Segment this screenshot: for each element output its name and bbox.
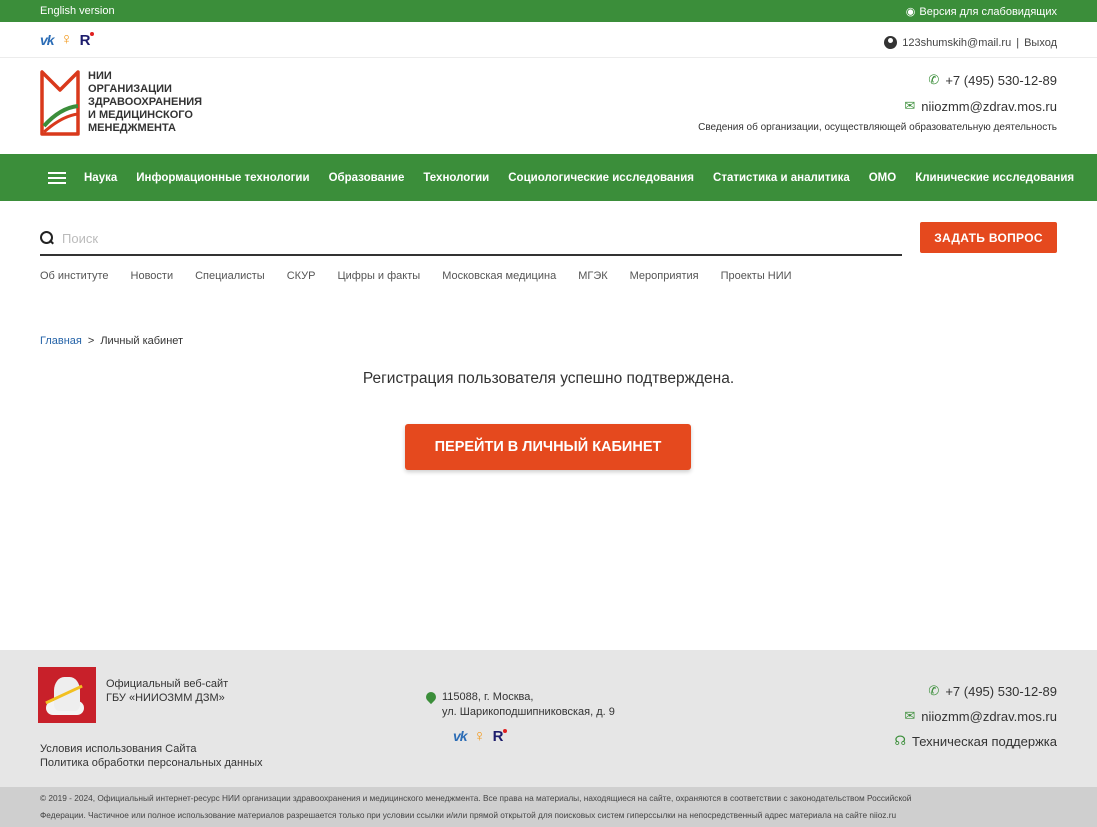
logo-line: ЗДРАВООХРАНЕНИЯ [88,96,203,108]
search-icon[interactable] [40,231,54,245]
subnav-events[interactable]: Мероприятия [630,270,699,282]
vk-icon[interactable]: vk [40,32,55,48]
logout-link[interactable]: Выход [1024,37,1057,49]
logo-line: МЕНЕДЖМЕНТА [88,122,176,134]
breadcrumb: Главная > Личный кабинет [40,335,183,347]
phone-icon: ✆ [928,683,940,698]
odnoklassniki-icon[interactable]: ♀ [61,31,73,49]
nav-item-omo[interactable]: ОМО [869,172,896,184]
footer-legal-links: Условия использования Сайта Политика обр… [40,742,263,770]
copyright: © 2019 - 2024, Официальный интернет-ресу… [0,787,1097,827]
search-input[interactable] [62,230,862,246]
subnav-skur[interactable]: СКУР [287,270,316,282]
map-pin-icon [423,689,439,705]
envelope-icon: ✉ [904,708,916,723]
nav-item-clinical[interactable]: Клинические исследования [915,172,1074,184]
low-vision-version-link[interactable]: ◉ Версия для слабовидящих [905,5,1057,19]
org-info-link[interactable]: Сведения об организации, осуществляющей … [698,122,1057,133]
footer-phone[interactable]: +7 (495) 530-12-89 [945,684,1057,699]
ask-question-button[interactable]: ЗАДАТЬ ВОПРОС [920,222,1057,253]
address-line: 115088, г. Москва, [442,691,534,703]
footer-site-line: ГБУ «НИИОЗММ ДЗМ» [106,692,225,704]
user-icon [884,36,898,49]
low-vision-label: Версия для слабовидящих [919,5,1057,18]
envelope-icon: ✉ [904,98,916,113]
breadcrumb-current: Личный кабинет [100,335,184,347]
logo-line: НИИ [88,70,112,82]
nav-item-it[interactable]: Информационные технологии [136,172,309,184]
subnav-moscow-medicine[interactable]: Московская медицина [442,270,556,282]
subnav-news[interactable]: Новости [131,270,174,282]
rutube-icon[interactable]: R [493,729,508,744]
subnav-facts[interactable]: Цифры и факты [338,270,421,282]
vk-icon[interactable]: vk [453,729,468,744]
english-version-link[interactable]: English version [40,5,115,17]
user-email[interactable]: 123shumskih@mail.ru [902,37,1011,49]
footer-site-name: Официальный веб-сайт ГБУ «НИИОЗММ ДЗМ» [106,677,228,705]
copyright-line: Федерации. Частичное или полное использо… [40,810,897,820]
top-bar: English version ◉ Версия для слабовидящи… [0,0,1097,22]
subnav-mgek[interactable]: МГЭК [578,270,607,282]
secondary-navigation: Об институте Новости Специалисты СКУР Ци… [40,270,814,282]
user-separator: | [1016,36,1020,49]
headset-icon: ☊ [894,733,907,748]
site-logo[interactable]: НИИ ОРГАНИЗАЦИИ ЗДРАВООХРАНЕНИЯ И МЕДИЦИ… [38,68,202,138]
logo-line: И МЕДИЦИНСКОГО [88,109,193,121]
confirmation-message: Регистрация пользователя успешно подтвер… [362,370,735,387]
header-phone[interactable]: +7 (495) 530-12-89 [945,73,1057,88]
phone-icon: ✆ [928,72,940,87]
odnoklassniki-icon[interactable]: ♀ [474,729,486,745]
header-contacts: ✆ +7 (495) 530-12-89 ✉ niiozmm@zdrav.mos… [698,72,1057,133]
eye-icon: ◉ [905,6,916,18]
logo-text: НИИ ОРГАНИЗАЦИИ ЗДРАВООХРАНЕНИЯ И МЕДИЦИ… [88,70,202,138]
main-navigation: Наука Информационные технологии Образова… [0,154,1097,201]
social-links: vk ♀ R [40,31,95,49]
go-to-cabinet-button[interactable]: ПЕРЕЙТИ В ЛИЧНЫЙ КАБИНЕТ [405,424,691,470]
header-email[interactable]: niiozmm@zdrav.mos.ru [921,99,1057,114]
hamburger-menu-icon[interactable] [48,171,66,184]
nav-item-science[interactable]: Наука [84,172,117,184]
utility-row: vk ♀ R 123shumskih@mail.ru | Выход [0,28,1097,58]
subnav-about[interactable]: Об институте [40,270,109,282]
rutube-icon[interactable]: R [80,31,95,49]
copyright-line: © 2019 - 2024, Официальный интернет-ресу… [40,793,912,803]
user-menu: 123shumskih@mail.ru | Выход [884,36,1057,49]
logo-line: ОРГАНИЗАЦИИ [88,83,172,95]
footer-social-links: vk ♀ R [453,729,615,745]
support-link[interactable]: Техническая поддержка [912,734,1057,749]
address-line: ул. Шарикоподшипниковская, д. 9 [442,706,615,718]
subnav-specialists[interactable]: Специалисты [195,270,265,282]
footer-address: 115088, г. Москва, ул. Шарикоподшипников… [423,689,615,745]
nav-item-statistics[interactable]: Статистика и аналитика [713,172,850,184]
search-bar [40,222,902,256]
breadcrumb-separator: > [87,335,95,347]
nav-item-sociology[interactable]: Социологические исследования [508,172,694,184]
footer-email[interactable]: niiozmm@zdrav.mos.ru [921,709,1057,724]
breadcrumb-home[interactable]: Главная [40,335,82,347]
moscow-emblem-icon [38,667,96,723]
nav-item-technologies[interactable]: Технологии [423,172,489,184]
terms-link[interactable]: Условия использования Сайта [40,742,263,756]
nav-item-education[interactable]: Образование [329,172,405,184]
privacy-policy-link[interactable]: Политика обработки персональных данных [40,756,263,770]
footer-site-line: Официальный веб-сайт [106,678,229,690]
footer-contacts: ✆ +7 (495) 530-12-89 ✉ niiozmm@zdrav.mos… [894,683,1057,758]
footer: Официальный веб-сайт ГБУ «НИИОЗММ ДЗМ» У… [0,650,1097,827]
logo-icon [40,70,80,136]
subnav-projects[interactable]: Проекты НИИ [721,270,792,282]
